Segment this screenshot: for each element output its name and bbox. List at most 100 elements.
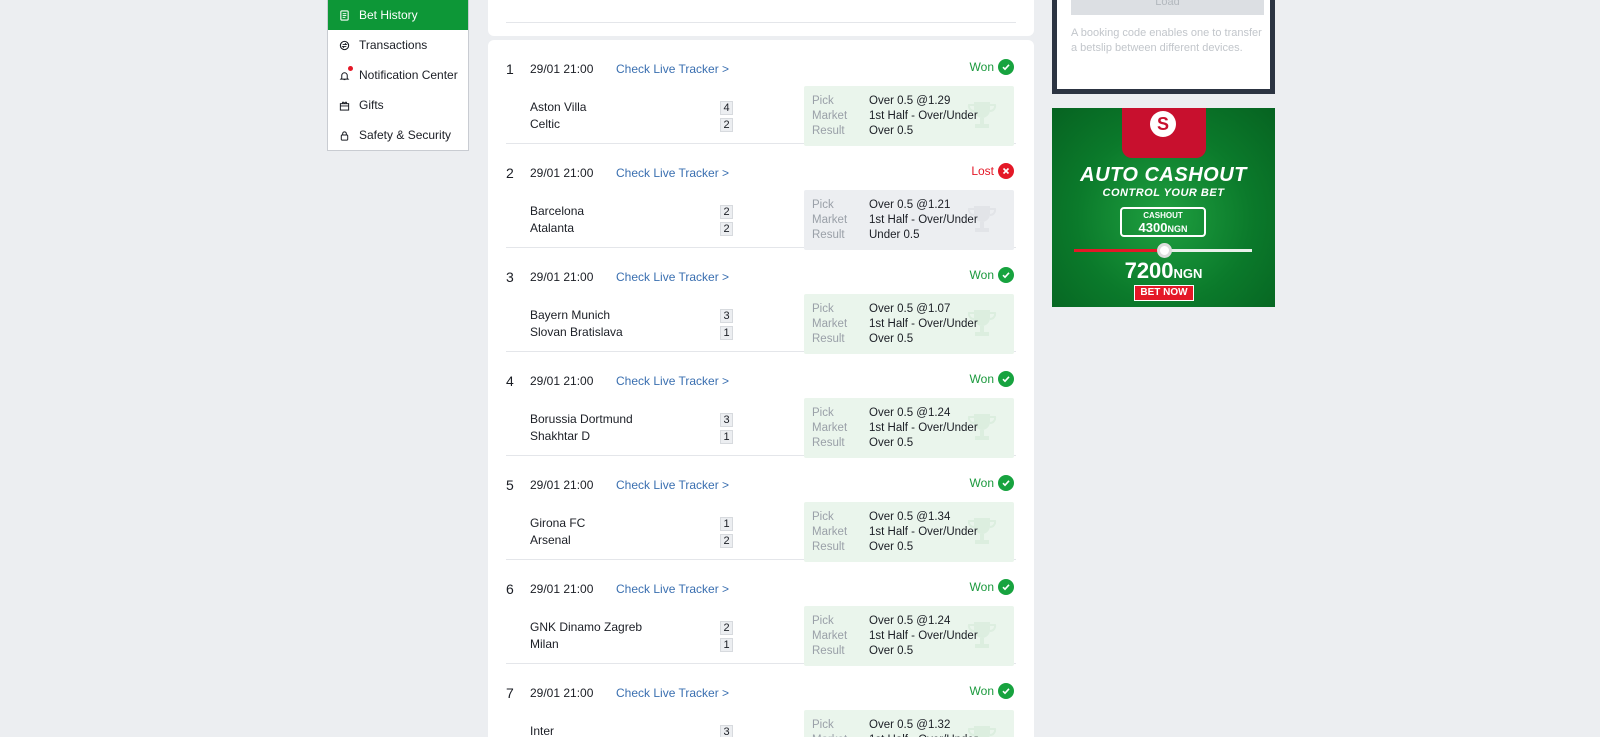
menu-item-bet-history[interactable]: Bet History <box>328 0 468 30</box>
pick-value: Over 0.5 @1.29 <box>869 94 951 107</box>
live-tracker-link[interactable]: Check Live Tracker > <box>616 270 729 284</box>
home-score: 1 <box>720 517 733 531</box>
status-label: Won <box>969 476 994 490</box>
menu-label: Safety & Security <box>359 128 452 142</box>
result-row: Result Over 0.5 <box>812 539 1006 554</box>
away-score: 1 <box>720 430 733 444</box>
pick-row: Pick Over 0.5 @1.34 <box>812 509 1006 524</box>
market-row: Market1st Half - Over/Under <box>812 316 1006 331</box>
market-key: Market <box>812 213 848 226</box>
live-tracker-link[interactable]: Check Live Tracker > <box>616 374 729 388</box>
menu-item-safety-security[interactable]: Safety & Security <box>328 120 468 150</box>
result-value: Over 0.5 <box>869 644 914 657</box>
bet-status: Won <box>970 579 1014 595</box>
result-value: Over 0.5 <box>869 124 914 137</box>
bet-row: 7 29/01 21:00 Check Live Tracker > Won Inter… <box>506 664 1016 737</box>
cashout-label: CASHOUT <box>1143 211 1183 220</box>
market-value: 1st Half - Over/Under <box>869 734 978 737</box>
market-row: Market1st Half - Over/Under <box>812 524 1006 539</box>
match-datetime: 29/01 21:00 <box>530 62 594 76</box>
result-key: Result <box>812 332 845 345</box>
match-datetime: 29/01 21:00 <box>530 478 594 492</box>
big-amount: 7200NGN <box>1124 258 1203 283</box>
pick-row: Pick Over 0.5 @1.32 <box>812 717 1006 732</box>
status-label: Lost <box>971 164 994 178</box>
market-row: Market1st Half - Over/Under <box>812 732 1006 737</box>
bet-status: Lost <box>971 163 1014 179</box>
previous-card <box>488 0 1034 36</box>
bet-number: 7 <box>506 685 514 701</box>
ad-subline: CONTROL YOUR BET <box>1102 187 1225 199</box>
bell-icon <box>338 66 353 81</box>
load-button[interactable]: Load <box>1071 0 1264 15</box>
auto-cashout-ad-banner[interactable]: S AUTO CASHOUT CONTROL YOUR BET CASHOUT … <box>1052 108 1275 307</box>
status-label: Won <box>969 684 994 698</box>
account-menu: Bet History Transactions Notification Ce… <box>327 0 469 151</box>
bet-now-button[interactable]: BET NOW <box>1134 285 1194 301</box>
home-team: Girona FC <box>530 516 586 530</box>
receipt-icon <box>338 9 350 21</box>
pick-key: Pick <box>812 198 834 211</box>
pick-row: Pick Over 0.5 @1.21 <box>812 197 1006 212</box>
bet-number: 4 <box>506 373 514 389</box>
market-value: 1st Half - Over/Under <box>869 213 978 226</box>
divider <box>506 22 1016 23</box>
market-row: Market1st Half - Over/Under <box>812 628 1006 643</box>
live-tracker-link[interactable]: Check Live Tracker > <box>616 582 729 596</box>
menu-label: Gifts <box>359 98 384 112</box>
result-row: Result Over 0.5 <box>812 331 1006 346</box>
check-circle-icon <box>998 475 1014 491</box>
live-tracker-link[interactable]: Check Live Tracker > <box>616 62 729 76</box>
notification-badge <box>348 66 353 71</box>
pick-key: Pick <box>812 718 834 731</box>
bet-status: Won <box>970 59 1014 75</box>
away-team: Atalanta <box>530 221 575 235</box>
check-circle-icon <box>998 59 1014 75</box>
gift-icon <box>338 99 350 111</box>
pick-key: Pick <box>812 614 834 627</box>
x-circle-icon <box>998 163 1014 179</box>
home-team: GNK Dinamo Zagreb <box>530 620 643 634</box>
booking-hint: A booking code enables one to transfer a… <box>1071 27 1262 54</box>
pick-details: Pick Over 0.5 @1.32Market1st Half - Over/… <box>804 710 1014 737</box>
away-score: 2 <box>720 222 733 236</box>
bet-row: 4 29/01 21:00 Check Live Tracker > Won Borus… <box>506 352 1016 458</box>
check-circle-icon <box>998 267 1014 283</box>
market-value: 1st Half - Over/Under <box>869 629 978 642</box>
brand-logo: S <box>1150 111 1176 137</box>
status-label: Won <box>969 372 994 386</box>
pick-details: Pick Over 0.5 @1.21 Market 1st Half - Over/… <box>804 190 1014 250</box>
result-value: Over 0.5 <box>869 436 914 449</box>
home-score: 3 <box>720 413 733 427</box>
pick-row: Pick Over 0.5 @1.24 <box>812 405 1006 420</box>
menu-item-gifts[interactable]: Gifts <box>328 90 468 120</box>
pick-key: Pick <box>812 406 834 419</box>
slider-knob <box>1157 243 1172 258</box>
menu-item-transactions[interactable]: Transactions <box>328 30 468 60</box>
live-tracker-link[interactable]: Check Live Tracker > <box>616 166 729 180</box>
live-tracker-link[interactable]: Check Live Tracker > <box>616 478 729 492</box>
match-datetime: 29/01 21:00 <box>530 166 594 180</box>
check-circle-icon <box>998 579 1014 595</box>
bet-row: 1 29/01 21:00 Check Live Tracker > Won Aston… <box>506 40 1016 146</box>
live-tracker-link[interactable]: Check Live Tracker > <box>616 686 729 700</box>
bet-status: Won <box>970 267 1014 283</box>
result-value: Over 0.5 <box>869 332 914 345</box>
match-datetime: 29/01 21:00 <box>530 686 594 700</box>
menu-label: Notification Center <box>359 68 458 82</box>
bet-status: Won <box>970 371 1014 387</box>
money-exchange-icon <box>338 39 350 51</box>
result-key: Result <box>812 540 845 553</box>
cashout-box: CASHOUT 4300NGN <box>1120 207 1206 237</box>
market-key: Market <box>812 317 848 330</box>
home-team: Borussia Dortmund <box>530 412 633 426</box>
cashout-slider <box>1074 243 1252 258</box>
menu-item-notification-center[interactable]: Notification Center <box>328 60 468 90</box>
home-team: Barcelona <box>530 204 585 218</box>
market-key: Market <box>812 421 848 434</box>
bet-number: 2 <box>506 165 514 181</box>
result-value: Under 0.5 <box>869 228 920 241</box>
market-key: Market <box>812 734 869 737</box>
away-team: Slovan Bratislava <box>530 325 623 339</box>
home-score: 2 <box>720 621 733 635</box>
